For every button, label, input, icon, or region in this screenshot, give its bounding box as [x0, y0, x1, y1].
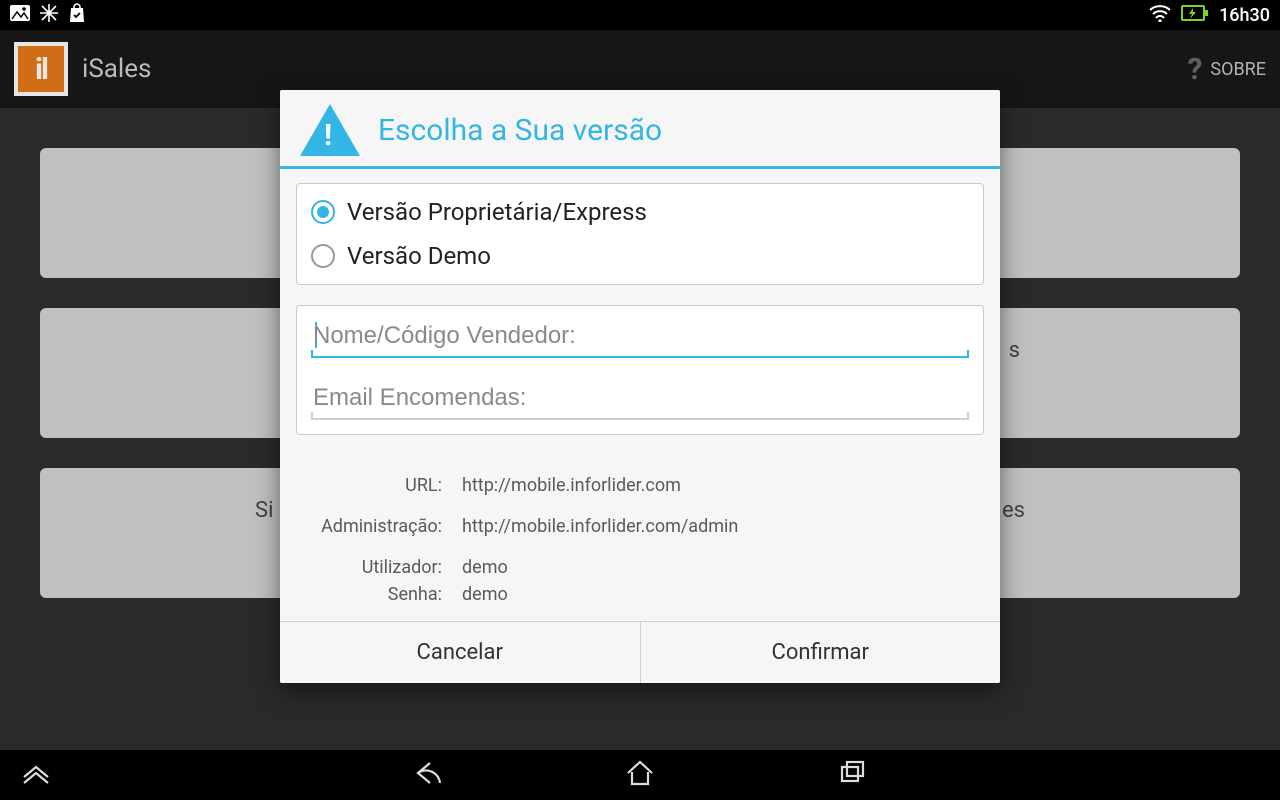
radio-icon — [311, 200, 335, 224]
email-input[interactable] — [311, 378, 969, 420]
version-radio-group: Versão Proprietária/Express Versão Demo — [296, 183, 984, 285]
status-bar: 16h30 — [0, 0, 1280, 30]
gallery-icon — [10, 5, 30, 26]
radio-option-proprietary[interactable]: Versão Proprietária/Express — [307, 190, 973, 234]
back-button[interactable] — [412, 757, 444, 793]
password-label: Senha: — [312, 584, 442, 605]
input-group — [296, 305, 984, 435]
vendor-input[interactable] — [311, 316, 969, 358]
info-grid: URL: http://mobile.inforlider.com Admini… — [296, 455, 984, 621]
cancel-label: Cancelar — [417, 640, 503, 665]
confirm-label: Confirmar — [772, 640, 869, 665]
status-time: 16h30 — [1219, 5, 1270, 26]
battery-icon — [1181, 4, 1209, 27]
password-value: demo — [462, 584, 968, 605]
url-label: URL: — [312, 475, 442, 496]
admin-value: http://mobile.inforlider.com/admin — [462, 516, 968, 537]
dialog-title: Escolha a Sua versão — [378, 113, 662, 148]
cancel-button[interactable]: Cancelar — [280, 622, 640, 683]
home-button[interactable] — [624, 757, 656, 793]
radio-icon — [311, 244, 335, 268]
modal-backdrop: Escolha a Sua versão Versão Proprietária… — [0, 30, 1280, 750]
user-label: Utilizador: — [312, 557, 442, 578]
dialog-header: Escolha a Sua versão — [280, 90, 1000, 169]
radio-label: Versão Demo — [347, 242, 491, 270]
url-value: http://mobile.inforlider.com — [462, 475, 968, 496]
alert-icon — [300, 104, 360, 156]
drawer-icon[interactable] — [20, 757, 52, 793]
wifi-icon — [1149, 4, 1171, 27]
shopping-icon — [68, 3, 86, 28]
burst-icon — [40, 4, 58, 27]
radio-label: Versão Proprietária/Express — [347, 198, 647, 226]
version-dialog: Escolha a Sua versão Versão Proprietária… — [280, 90, 1000, 683]
dialog-footer: Cancelar Confirmar — [280, 621, 1000, 683]
recent-button[interactable] — [836, 757, 868, 793]
nav-bar — [0, 750, 1280, 800]
radio-option-demo[interactable]: Versão Demo — [307, 234, 973, 278]
confirm-button[interactable]: Confirmar — [640, 622, 1001, 683]
user-value: demo — [462, 557, 968, 578]
admin-label: Administração: — [312, 516, 442, 537]
